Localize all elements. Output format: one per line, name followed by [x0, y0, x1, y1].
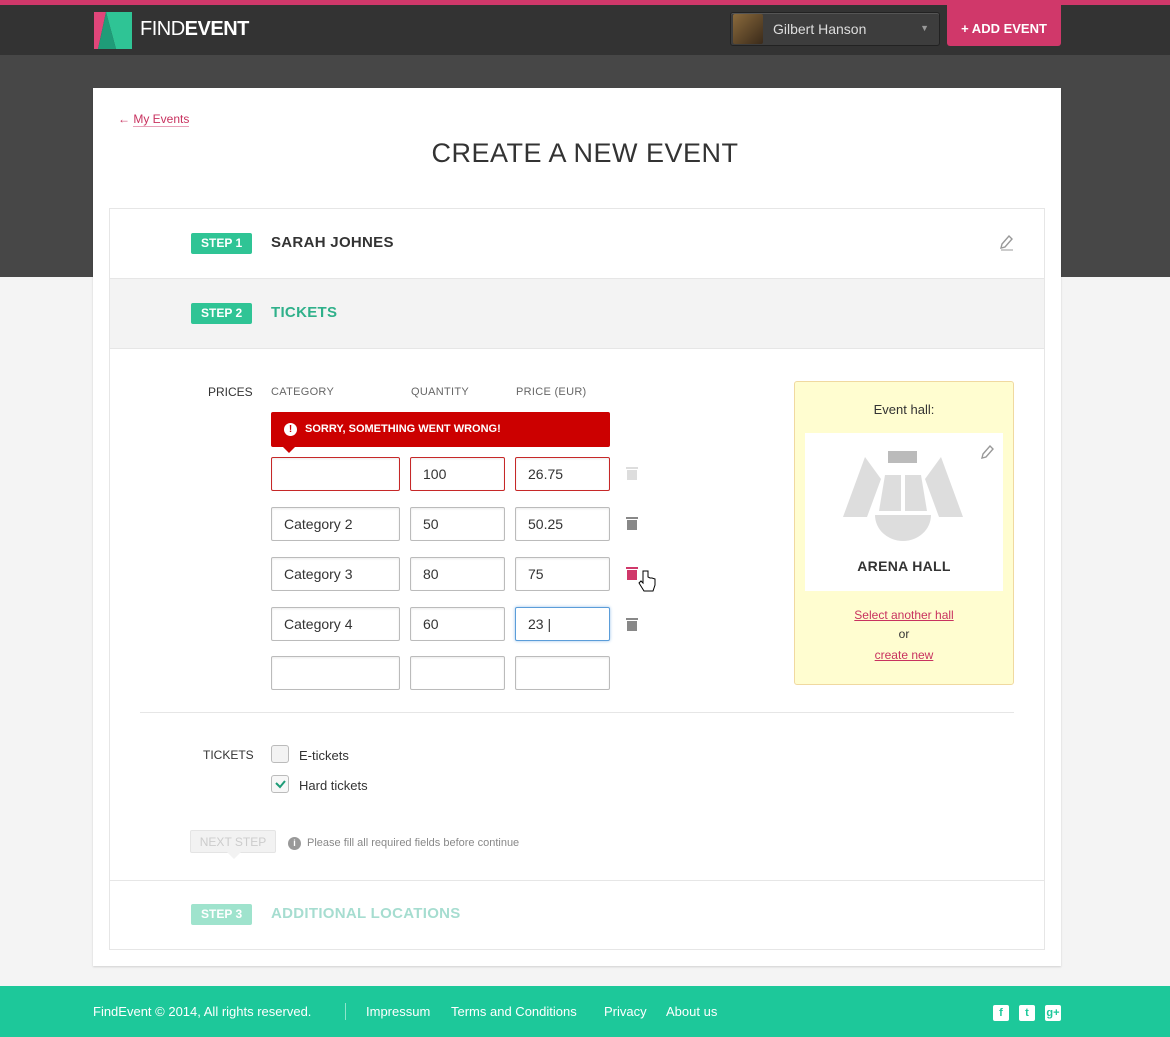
trash-icon[interactable]: [626, 617, 638, 631]
back-link[interactable]: ← My Events: [118, 112, 190, 127]
step-badge: STEP 1: [191, 233, 253, 254]
category-input[interactable]: Category 2: [271, 507, 400, 541]
footer-link-privacy[interactable]: Privacy: [604, 1004, 647, 1019]
error-message: ! SORRY, SOMETHING WENT WRONG!: [271, 412, 610, 453]
tickets-label: TICKETS: [203, 748, 254, 762]
hard-tickets-checkbox[interactable]: [271, 775, 289, 793]
hint-text: Please fill all required fields before c…: [307, 837, 520, 849]
arena-map-icon: [843, 451, 963, 541]
column-header-quantity: QUANTITY: [411, 386, 470, 398]
required-fields-hint: i Please fill all required fields before …: [288, 837, 519, 850]
google-plus-icon[interactable]: g+: [1045, 1005, 1061, 1021]
pencil-icon[interactable]: [981, 445, 994, 461]
quantity-input[interactable]: 60: [410, 607, 505, 641]
price-input[interactable]: 75: [515, 557, 610, 591]
e-tickets-checkbox[interactable]: [271, 745, 289, 763]
quantity-input[interactable]: 100: [410, 457, 505, 491]
avatar: [733, 14, 763, 44]
e-tickets-label: E-tickets: [299, 748, 349, 763]
facebook-icon[interactable]: f: [993, 1005, 1009, 1021]
logo-text-light: FIND: [140, 18, 185, 40]
page-title: CREATE A NEW EVENT: [431, 138, 739, 168]
quantity-input[interactable]: [410, 656, 505, 690]
create-new-hall-link[interactable]: create new: [875, 648, 934, 662]
price-input[interactable]: 26.75: [515, 457, 610, 491]
user-menu[interactable]: Gilbert Hanson ▼: [730, 12, 940, 46]
footer-link-about[interactable]: About us: [666, 1004, 717, 1019]
step-3-row: STEP 3 ADDITIONAL LOCATIONS: [110, 880, 1044, 950]
footer-link-impressum[interactable]: Impressum: [366, 1004, 430, 1019]
price-input[interactable]: 23 |: [515, 607, 610, 641]
chevron-down-icon: ▼: [920, 23, 929, 33]
or-text: or: [898, 627, 910, 641]
step-badge: STEP 3: [191, 904, 253, 925]
copyright-text: FindEvent © 2014, All rights reserved.: [93, 1004, 312, 1019]
logo-text-bold: EVENT: [184, 18, 250, 40]
hard-tickets-label: Hard tickets: [299, 778, 368, 793]
twitter-icon[interactable]: t: [1019, 1005, 1035, 1021]
info-icon: i: [288, 837, 301, 850]
event-hall-heading: Event hall:: [873, 402, 935, 417]
step-1-row[interactable]: STEP 1 SARAH JOHNES: [110, 209, 1044, 279]
footer-separator: [345, 1003, 346, 1020]
step-title: TICKETS: [271, 304, 338, 321]
hall-preview[interactable]: ARENA HALL: [805, 433, 1003, 591]
step-badge: STEP 2: [191, 303, 253, 324]
arrow-left-icon: ←: [118, 112, 134, 126]
price-input[interactable]: [515, 656, 610, 690]
logo-icon[interactable]: [94, 12, 132, 49]
add-event-button[interactable]: + ADD EVENT: [947, 5, 1061, 46]
column-header-price: PRICE (EUR): [516, 386, 587, 398]
step-2-row[interactable]: STEP 2 TICKETS: [110, 279, 1044, 349]
step-title: ADDITIONAL LOCATIONS: [271, 905, 461, 922]
quantity-input[interactable]: 80: [410, 557, 505, 591]
step-title: SARAH JOHNES: [271, 234, 394, 251]
prices-label: PRICES: [208, 385, 253, 399]
check-icon: [275, 780, 286, 789]
category-input[interactable]: Category 3: [271, 557, 400, 591]
column-header-category: CATEGORY: [271, 386, 335, 398]
alert-icon: !: [284, 423, 297, 436]
footer: FindEvent © 2014, All rights reserved. I…: [0, 986, 1170, 1037]
error-text: SORRY, SOMETHING WENT WRONG!: [305, 423, 501, 435]
select-another-hall-link[interactable]: Select another hall: [854, 608, 953, 622]
logo-text[interactable]: FINDEVENT: [140, 18, 249, 41]
category-input[interactable]: Category 4: [271, 607, 400, 641]
divider: [140, 712, 1014, 713]
price-input[interactable]: 50.25: [515, 507, 610, 541]
footer-link-terms[interactable]: Terms and Conditions: [451, 1004, 577, 1019]
hand-cursor-icon: [638, 570, 656, 592]
pencil-icon[interactable]: [1000, 235, 1014, 251]
event-hall-card: Event hall: ARENA HALL Select another ha…: [794, 381, 1014, 685]
next-step-button[interactable]: NEXT STEP: [190, 830, 276, 859]
hall-name: ARENA HALL: [857, 558, 951, 574]
quantity-input[interactable]: 50: [410, 507, 505, 541]
back-link-text: My Events: [133, 112, 190, 127]
user-name: Gilbert Hanson: [773, 21, 867, 37]
trash-icon[interactable]: [626, 566, 638, 580]
trash-icon[interactable]: [626, 466, 638, 480]
category-input[interactable]: [271, 656, 400, 690]
trash-icon[interactable]: [626, 516, 638, 530]
category-input[interactable]: [271, 457, 400, 491]
